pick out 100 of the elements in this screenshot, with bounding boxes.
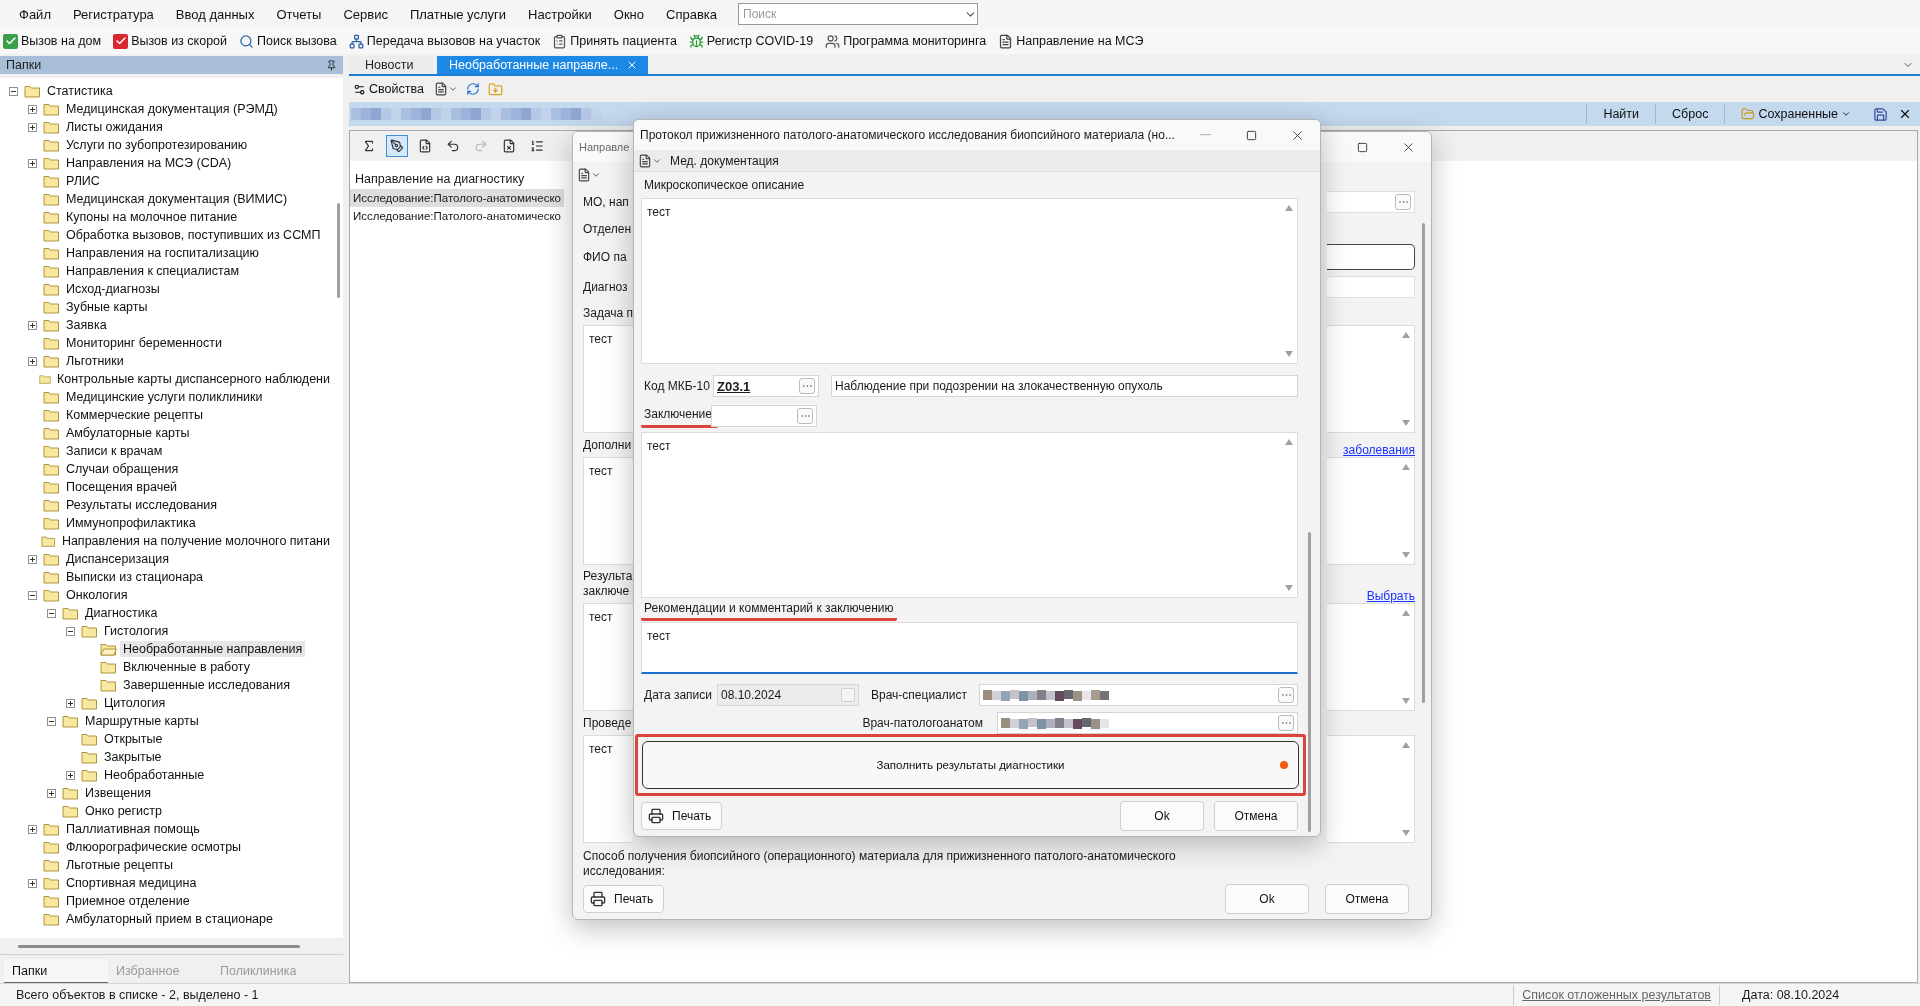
text-area[interactable]: тест [641, 198, 1298, 364]
saved-filters-button[interactable]: Сохраненные [1724, 104, 1867, 124]
collapse-icon[interactable] [46, 608, 56, 618]
scroll-down-icon[interactable] [1285, 585, 1293, 591]
link[interactable]: Список отложенных результатов [1513, 985, 1720, 1005]
tree-item[interactable]: Иммунопрофилактика [63, 515, 199, 531]
tree-item[interactable]: Завершенные исследования [120, 677, 293, 693]
tree-item[interactable]: Необработанные направления [120, 641, 306, 657]
collapse-icon[interactable] [46, 716, 56, 726]
tree-item[interactable]: Зубные карты [63, 299, 151, 315]
scroll-up-icon[interactable] [1402, 742, 1410, 748]
browse-button[interactable] [1278, 715, 1294, 731]
browse-button[interactable] [1395, 194, 1411, 210]
expand-icon[interactable] [27, 122, 37, 132]
tree-item[interactable]: РЛИС [63, 173, 103, 189]
fill-results-button[interactable]: Заполнить результаты диагностики [642, 741, 1299, 789]
tree-item[interactable]: Диагностика [82, 605, 161, 621]
text-area[interactable]: тест [583, 735, 633, 843]
doctor-field[interactable] [979, 684, 1298, 706]
pin-icon[interactable] [326, 59, 337, 71]
tree-item[interactable]: Направления к специалистам [63, 263, 243, 279]
cancel-button[interactable]: Отмена [1214, 801, 1298, 831]
expand-icon[interactable] [27, 320, 37, 330]
tab[interactable]: Папки [4, 959, 108, 983]
scroll-down-icon[interactable] [1402, 830, 1410, 836]
scroll-down-icon[interactable] [1402, 698, 1410, 704]
browse-button[interactable] [797, 408, 813, 424]
tree-item[interactable]: Включенные в работу [120, 659, 253, 675]
scrollbar[interactable] [336, 203, 340, 298]
tree-item[interactable]: Направления на госпитализацию [63, 245, 262, 261]
expand-icon[interactable] [27, 104, 37, 114]
text-area[interactable]: тест [583, 457, 633, 565]
refresh-icon[interactable] [465, 82, 480, 96]
tree-item[interactable]: Выписки из стационара [63, 569, 207, 585]
close-icon[interactable] [1898, 107, 1912, 121]
menu-item[interactable]: Регистратура [61, 2, 165, 26]
scroll-up-icon[interactable] [1402, 464, 1410, 470]
text-area[interactable]: тест [641, 622, 1298, 674]
tree-item[interactable]: Направления на получение молочного питани [58, 533, 333, 549]
scrollbar[interactable] [1421, 223, 1425, 703]
menu-item[interactable]: Справка [655, 2, 729, 26]
tree-item[interactable]: Льготники [63, 353, 127, 369]
tab[interactable]: Новости [349, 56, 433, 74]
tree-item[interactable]: Услуги по зубопротезированию [63, 137, 251, 153]
scroll-down-icon[interactable] [1402, 552, 1410, 558]
scroll-up-icon[interactable] [1402, 332, 1410, 338]
tree-item[interactable]: Гистология [101, 623, 172, 639]
conclusion-field[interactable] [711, 405, 817, 427]
tree-item[interactable]: Обработка вызовов, поступивших из ССМП [63, 227, 324, 243]
menu-item[interactable]: Сервис [332, 2, 399, 26]
scroll-down-icon[interactable] [1402, 420, 1410, 426]
tree-item[interactable]: Медицинская документация (ВИМИС) [63, 191, 291, 207]
expand-icon[interactable] [65, 770, 75, 780]
tab[interactable]: Необработанные направле... [437, 56, 649, 74]
tree-item[interactable]: Онкология [63, 587, 131, 603]
print-button[interactable]: Печать [583, 885, 665, 913]
find-button[interactable]: Найти [1586, 104, 1656, 124]
cancel-button[interactable]: Отмена [1325, 884, 1409, 914]
tree-item[interactable]: Маршрутные карты [82, 713, 202, 729]
collapse-icon[interactable] [8, 86, 18, 96]
tree-item[interactable]: Медицинские услуги поликлиники [63, 389, 266, 405]
toolbar-button[interactable]: Направление на МСЭ [997, 33, 1145, 49]
tree-item[interactable]: Амбулаторные карты [63, 425, 193, 441]
menu-item[interactable]: Отчеты [265, 2, 333, 26]
list-item[interactable]: Исследование:Патолого-анатомическо [350, 189, 564, 207]
link[interactable]: Выбрать [1366, 589, 1415, 603]
toolbar-button[interactable]: Программа мониторинга [824, 33, 988, 49]
tree-item[interactable]: Контрольные карты диспансерного наблюдени [54, 371, 333, 387]
toolbar-button[interactable]: Поиск вызова [238, 33, 338, 49]
tree-item[interactable]: Извещения [82, 785, 154, 801]
doctor-field[interactable] [997, 712, 1298, 734]
text-area[interactable]: тест [641, 432, 1298, 598]
reset-button[interactable]: Сброс [1655, 104, 1725, 124]
properties-button[interactable]: Свойства [351, 82, 426, 96]
tree-item[interactable]: Записи к врачам [63, 443, 166, 459]
scrollbar[interactable] [1307, 532, 1311, 832]
tree-item[interactable]: Паллиативная помощь [63, 821, 203, 837]
tree-item[interactable]: Коммерческие рецепты [63, 407, 206, 423]
menu-item[interactable]: Платные услуги [398, 2, 518, 26]
tree-item[interactable]: Спортивная медицина [63, 875, 200, 891]
tree-item[interactable]: Направления на МСЭ (CDA) [63, 155, 235, 171]
link[interactable]: заболевания [1343, 443, 1415, 457]
document-menu-icon[interactable] [433, 82, 458, 96]
expand-icon[interactable] [27, 554, 37, 564]
tree-item[interactable]: Закрытые [101, 749, 165, 765]
toolbar-label[interactable]: Мед. документация [670, 153, 779, 168]
tree-item[interactable]: Приемное отделение [63, 893, 193, 909]
toolbar-button[interactable]: Регистр COVID-19 [687, 33, 815, 49]
collapse-icon[interactable] [27, 590, 37, 600]
scrollbar[interactable] [18, 944, 300, 948]
tree-item[interactable]: Амбулаторный прием в стационаре [63, 911, 276, 927]
menu-item[interactable]: Ввод данных [164, 2, 266, 26]
tree-item[interactable]: Мониторинг беременности [63, 335, 225, 351]
tree-item[interactable]: Онко регистр [82, 803, 166, 819]
tree-item[interactable]: Цитология [101, 695, 169, 711]
tree-item[interactable]: Посещения врачей [63, 479, 181, 495]
folder-download-icon[interactable] [487, 81, 503, 97]
scroll-up-icon[interactable] [1285, 205, 1293, 211]
expand-icon[interactable] [27, 158, 37, 168]
description-field[interactable]: Наблюдение при подозрении на злокачественную опухоль [831, 375, 1298, 397]
